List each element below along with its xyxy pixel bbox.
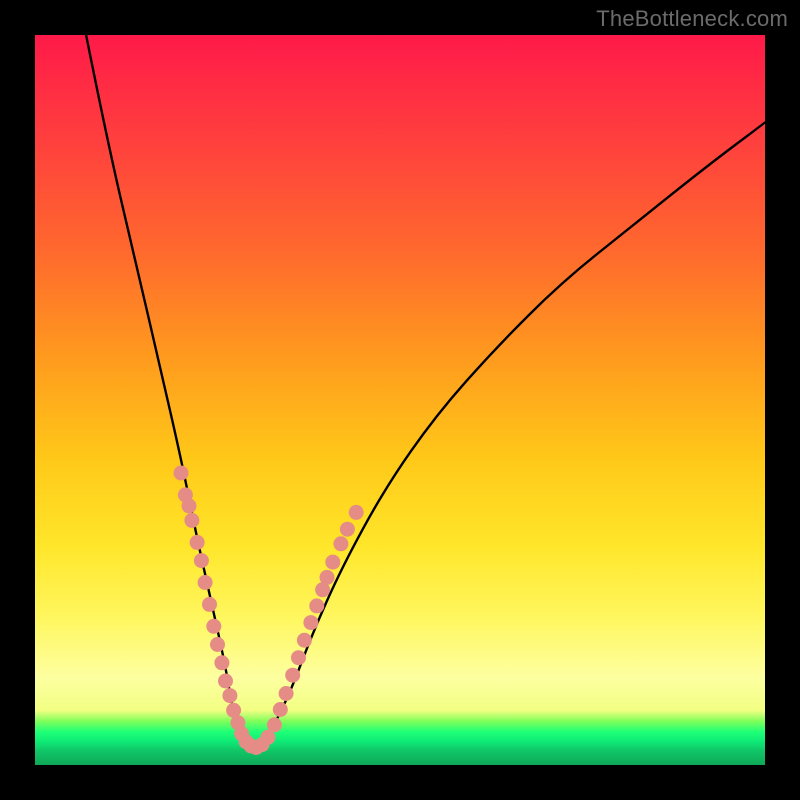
data-marker: [202, 597, 217, 612]
data-marker: [222, 688, 237, 703]
data-marker: [214, 655, 229, 670]
chart-frame: TheBottleneck.com: [0, 0, 800, 800]
data-marker: [267, 717, 282, 732]
data-marker: [291, 650, 306, 665]
data-marker: [320, 570, 335, 585]
data-marker: [194, 553, 209, 568]
data-marker: [309, 598, 324, 613]
data-marker: [174, 466, 189, 481]
data-marker: [333, 536, 348, 551]
data-marker: [182, 498, 197, 513]
bottleneck-curve: [86, 35, 765, 750]
data-marker: [190, 535, 205, 550]
data-marker: [285, 668, 300, 683]
data-marker: [297, 633, 312, 648]
data-marker: [325, 555, 340, 570]
data-marker: [184, 513, 199, 528]
chart-svg: [35, 35, 765, 765]
data-marker: [273, 702, 288, 717]
data-marker: [210, 637, 225, 652]
data-marker: [340, 522, 355, 537]
watermark-text: TheBottleneck.com: [596, 6, 788, 32]
data-marker: [206, 619, 221, 634]
data-marker: [303, 615, 318, 630]
data-marker: [218, 674, 233, 689]
data-marker: [349, 505, 364, 520]
data-marker: [198, 575, 213, 590]
plot-area: [35, 35, 765, 765]
data-markers: [174, 466, 364, 756]
data-marker: [279, 686, 294, 701]
